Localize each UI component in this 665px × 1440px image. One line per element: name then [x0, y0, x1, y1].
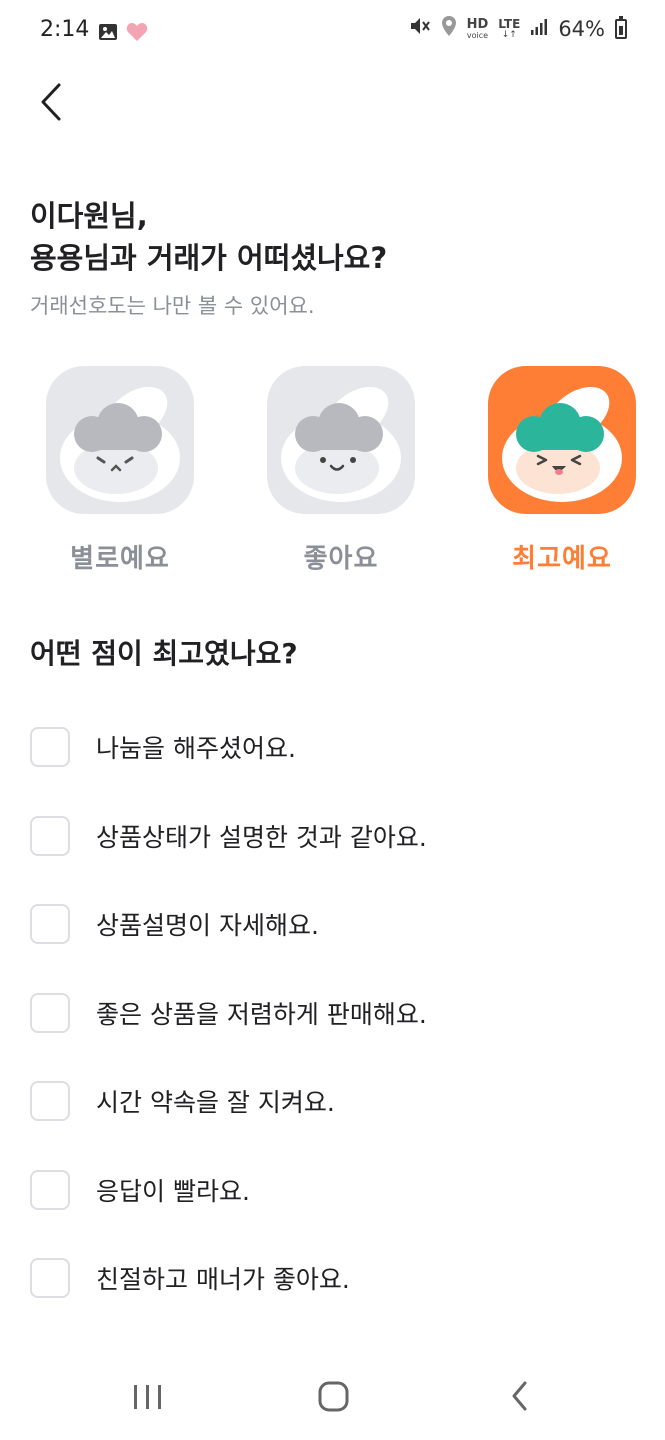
- rating-option-good[interactable]: 좋아요: [266, 366, 416, 596]
- home-button[interactable]: [303, 1372, 363, 1420]
- page-title: 이다원님, 용용님과 거래가 어떠셨나요?: [30, 199, 388, 275]
- hd-voice-indicator: HD voice: [466, 16, 489, 40]
- mascot-sad-icon: [46, 366, 194, 514]
- option-label: 상품설명이 자세해요.: [96, 911, 319, 940]
- page-subtitle: 거래선호도는 나만 볼 수 있어요.: [30, 294, 315, 318]
- image-icon: [98, 23, 118, 45]
- option-condition-as-described[interactable]: 상품상태가 설명한 것과 같아요.: [30, 806, 630, 866]
- chevron-left-icon: [28, 83, 76, 130]
- back-button[interactable]: [28, 78, 76, 126]
- location-icon: [441, 15, 457, 42]
- checkbox[interactable]: [30, 1081, 70, 1121]
- system-nav-bar: [0, 1352, 665, 1440]
- heart-icon: [126, 22, 148, 46]
- mute-icon: [409, 16, 431, 41]
- checkbox[interactable]: [30, 816, 70, 856]
- option-label: 좋은 상품을 저렴하게 판매해요.: [96, 1000, 427, 1029]
- status-bar: 2:14 HD voice LTE ↓↑ 64%: [0, 0, 665, 64]
- recent-apps-icon: [118, 1385, 178, 1424]
- mascot-happy-icon: [488, 366, 636, 514]
- rating-label-bad: 별로예요: [70, 544, 170, 574]
- battery-text: 64%: [558, 16, 605, 41]
- recent-apps-button[interactable]: [118, 1372, 178, 1420]
- option-punctual[interactable]: 시간 약속을 잘 지켜요.: [30, 1071, 630, 1131]
- option-label: 시간 약속을 잘 지켜요.: [96, 1088, 335, 1117]
- checkbox[interactable]: [30, 727, 70, 767]
- rating-option-bad[interactable]: 별로예요: [45, 366, 195, 596]
- checkbox[interactable]: [30, 1170, 70, 1210]
- option-good-price[interactable]: 좋은 상품을 저렴하게 판매해요.: [30, 983, 630, 1043]
- back-icon: [490, 1381, 550, 1424]
- option-detailed-description[interactable]: 상품설명이 자세해요.: [30, 894, 630, 954]
- lte-indicator: LTE ↓↑: [498, 16, 521, 40]
- option-sharing[interactable]: 나눔을 해주셨어요.: [30, 717, 630, 777]
- checkbox[interactable]: [30, 1258, 70, 1298]
- option-kind-manners[interactable]: 친절하고 매너가 좋아요.: [30, 1248, 630, 1308]
- status-time: 2:14: [40, 17, 90, 42]
- checkbox[interactable]: [30, 993, 70, 1033]
- option-label: 상품상태가 설명한 것과 같아요.: [96, 823, 427, 852]
- rating-option-best[interactable]: 최고예요: [487, 366, 637, 596]
- section-title: 어떤 점이 최고였나요?: [30, 637, 298, 670]
- home-icon: [303, 1381, 363, 1424]
- option-label: 응답이 빨라요.: [96, 1177, 250, 1206]
- mascot-smile-icon: [267, 366, 415, 514]
- rating-label-good: 좋아요: [303, 544, 379, 574]
- battery-icon: [615, 15, 627, 39]
- checkbox[interactable]: [30, 904, 70, 944]
- rating-label-best: 최고예요: [512, 544, 612, 574]
- option-label: 친절하고 매너가 좋아요.: [96, 1265, 350, 1294]
- option-label: 나눔을 해주셨어요.: [96, 734, 296, 763]
- option-fast-response[interactable]: 응답이 빨라요.: [30, 1160, 630, 1220]
- system-back-button[interactable]: [490, 1372, 550, 1420]
- signal-icon: [530, 17, 548, 41]
